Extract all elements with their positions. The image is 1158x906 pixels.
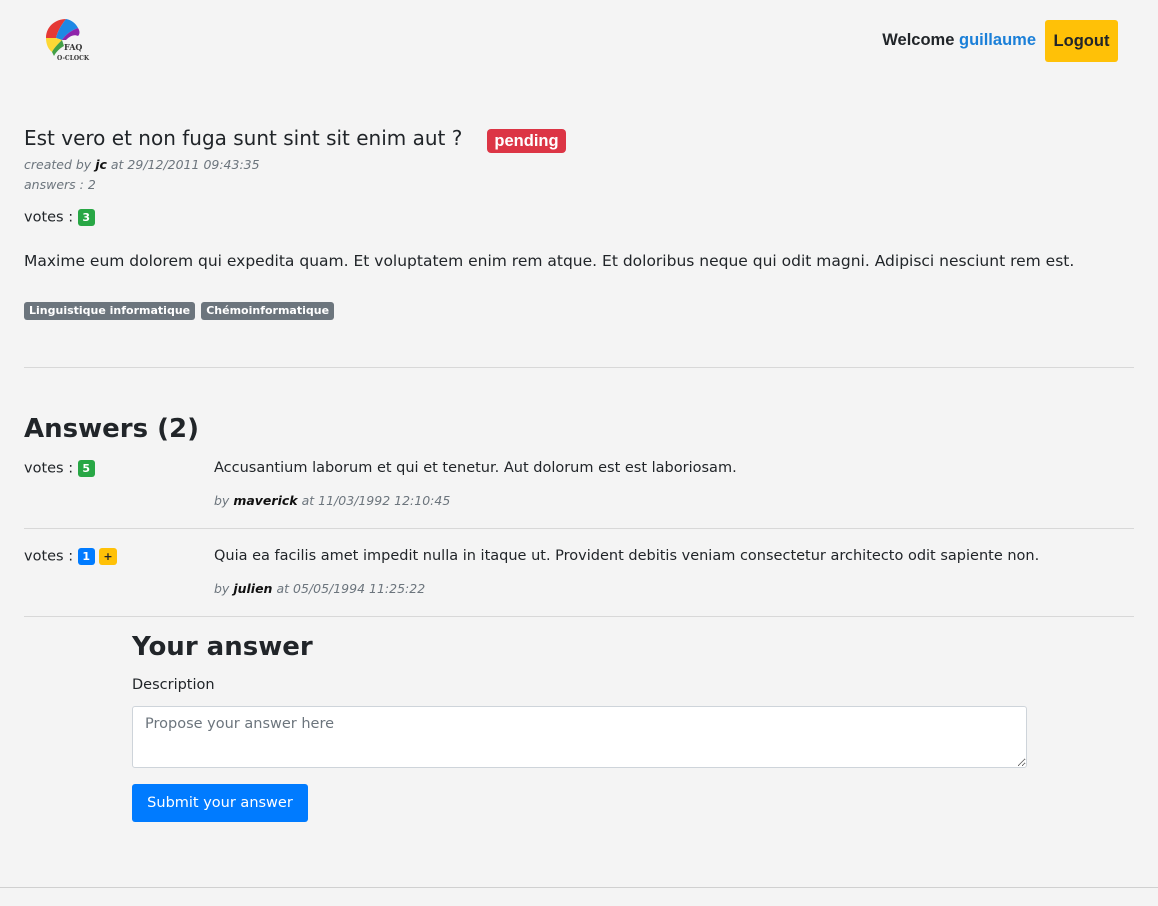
tag-list: Linguistique informatique Chémoinformati…: [24, 299, 335, 320]
answer-votes: votes : 5: [24, 460, 95, 477]
question-body: Maxime eum dolorem qui expedita quam. Et…: [24, 252, 1075, 270]
description-label: Description: [132, 677, 215, 693]
votes-label: votes :: [24, 209, 74, 226]
upvote-button[interactable]: +: [99, 548, 117, 565]
at-label: at: [110, 157, 124, 172]
tag-badge[interactable]: Linguistique informatique: [24, 302, 196, 320]
tag-badge[interactable]: Chémoinformatique: [201, 302, 335, 320]
divider: [24, 528, 1134, 529]
footer-divider: [0, 887, 1158, 888]
votes-label: votes :: [24, 548, 74, 565]
divider: [24, 616, 1134, 617]
answer-body: Quia ea facilis amet impedit nulla in it…: [214, 548, 1040, 564]
answer-textarea[interactable]: [132, 706, 1027, 768]
welcome-text: Welcome guillaume: [882, 31, 1036, 50]
answers-count: answers : 2: [24, 177, 96, 192]
answer-date: 11/03/1992 12:10:45: [318, 493, 451, 508]
svg-text:FAQ: FAQ: [64, 42, 82, 52]
votes-count-badge: 5: [77, 460, 95, 477]
at-label: at: [301, 493, 315, 508]
by-label: by: [214, 493, 230, 508]
answer-author: maverick: [233, 493, 298, 508]
answer-author: julien: [233, 581, 273, 596]
question-meta: created by jc at 29/12/2011 09:43:35: [24, 157, 260, 172]
header: FAQ O-CLOCK Welcome guillaume Logout: [0, 0, 1158, 90]
answer-meta: by maverick at 11/03/1992 12:10:45: [214, 493, 450, 508]
question-author: jc: [95, 157, 107, 172]
votes-count-badge: 3: [77, 209, 95, 226]
answers-heading: Answers (2): [24, 414, 199, 444]
your-answer-heading: Your answer: [132, 632, 313, 662]
faq-logo[interactable]: FAQ O-CLOCK: [42, 16, 90, 66]
created-by-prefix: created by: [24, 157, 92, 172]
status-badge: pending: [487, 129, 566, 153]
votes-label: votes :: [24, 460, 74, 477]
by-label: by: [214, 581, 230, 596]
answer-date: 05/05/1994 11:25:22: [293, 581, 426, 596]
question-title: Est vero et non fuga sunt sint sit enim …: [24, 126, 463, 150]
logout-button[interactable]: Logout: [1045, 20, 1118, 62]
divider: [24, 367, 1134, 368]
question-votes: votes : 3: [24, 209, 95, 226]
username-link[interactable]: guillaume: [959, 31, 1036, 49]
at-label: at: [276, 581, 290, 596]
votes-count-badge: 1: [77, 548, 95, 565]
answer-meta: by julien at 05/05/1994 11:25:22: [214, 581, 425, 596]
welcome-label: Welcome: [882, 31, 955, 49]
submit-answer-button[interactable]: Submit your answer: [132, 784, 308, 822]
question-date: 29/12/2011 09:43:35: [127, 157, 260, 172]
svg-text:O-CLOCK: O-CLOCK: [57, 55, 90, 62]
answer-votes: votes : 1 +: [24, 548, 117, 565]
answer-body: Accusantium laborum et qui et tenetur. A…: [214, 460, 737, 476]
